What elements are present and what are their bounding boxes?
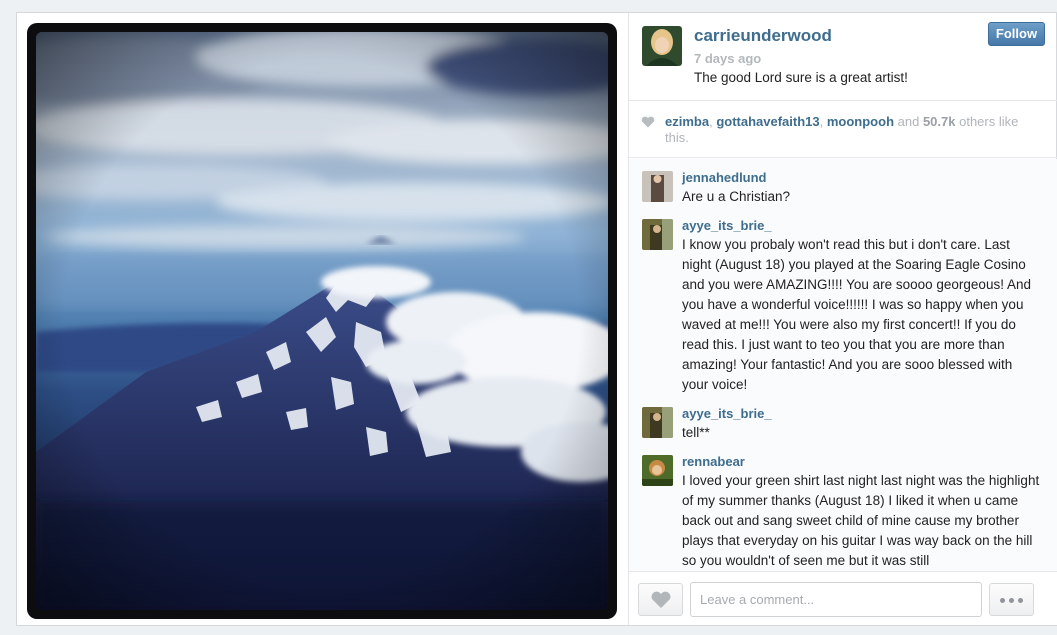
ellipsis-icon <box>1000 598 1005 603</box>
avatar-image <box>642 455 673 486</box>
comment-username[interactable]: ayye_its_brie_ <box>682 217 1041 235</box>
comment-footer <box>629 571 1057 625</box>
comment-item: ayye_its_brie_ tell** <box>629 395 1057 443</box>
like-button[interactable] <box>638 583 683 616</box>
like-user-2[interactable]: gottahavefaith13 <box>716 114 819 129</box>
comments-list[interactable]: jennahedlund Are u a Christian? ayye_its… <box>629 159 1057 571</box>
post-timestamp: 7 days ago <box>694 51 762 66</box>
post-caption: The good Lord sure is a great artist! <box>694 70 908 85</box>
avatar-image <box>642 407 673 438</box>
commenter-avatar[interactable] <box>642 407 673 438</box>
comment-item: jennahedlund Are u a Christian? <box>629 159 1057 207</box>
ellipsis-icon <box>1018 598 1023 603</box>
owner-avatar[interactable] <box>642 26 682 66</box>
post-photo[interactable] <box>36 32 608 610</box>
comment-text: Are u a Christian? <box>682 189 791 204</box>
owner-username[interactable]: carrieunderwood <box>694 26 832 46</box>
heart-icon <box>651 591 671 608</box>
post-modal: carrieunderwood 7 days ago The good Lord… <box>16 12 1057 626</box>
like-count[interactable]: 50.7k <box>923 114 956 129</box>
comment-text: I loved your green shirt last night last… <box>682 473 1040 568</box>
ellipsis-icon <box>1009 598 1014 603</box>
post-header: carrieunderwood 7 days ago The good Lord… <box>629 13 1057 101</box>
more-options-button[interactable] <box>989 583 1034 616</box>
owner-avatar-image <box>642 26 682 66</box>
like-user-3[interactable]: moonpooh <box>827 114 894 129</box>
like-user-1[interactable]: ezimba <box>665 114 709 129</box>
comment-username[interactable]: ayye_its_brie_ <box>682 405 1041 423</box>
likes-summary: ezimba, gottahavefaith13, moonpooh and 5… <box>629 101 1057 158</box>
post-sidebar: carrieunderwood 7 days ago The good Lord… <box>628 13 1057 625</box>
comment-item: ayye_its_brie_ I know you probaly won't … <box>629 207 1057 395</box>
heart-icon <box>641 116 655 128</box>
follow-button[interactable]: Follow <box>988 22 1045 46</box>
comment-text: I know you probaly won't read this but i… <box>682 237 1031 392</box>
commenter-avatar[interactable] <box>642 455 673 486</box>
comment-username[interactable]: jennahedlund <box>682 169 1041 187</box>
photo-panel <box>17 13 628 625</box>
avatar-image <box>642 219 673 250</box>
like-separator: , <box>819 114 827 129</box>
comment-input[interactable] <box>690 582 982 617</box>
avatar-image <box>642 171 673 202</box>
photo-frame <box>27 23 617 619</box>
commenter-avatar[interactable] <box>642 219 673 250</box>
commenter-avatar[interactable] <box>642 171 673 202</box>
like-and-text: and <box>894 114 923 129</box>
comment-username[interactable]: rennabear <box>682 453 1041 471</box>
comment-text: tell** <box>682 425 710 440</box>
comment-item: rennabear I loved your green shirt last … <box>629 443 1057 571</box>
